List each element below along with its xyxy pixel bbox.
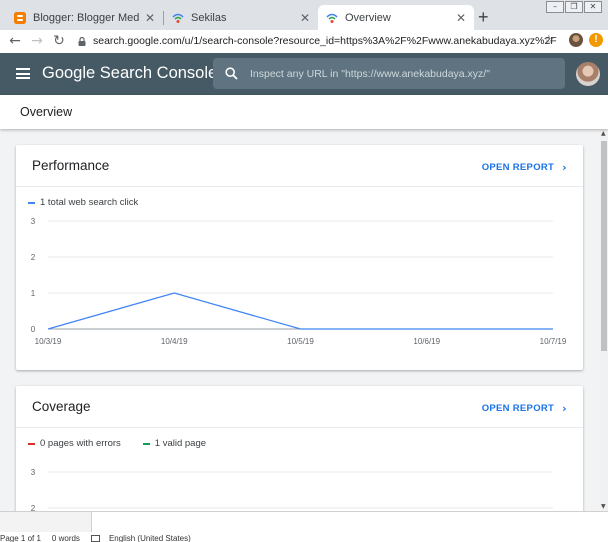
- page-title: Overview: [20, 105, 73, 119]
- open-report-label: OPEN REPORT: [481, 162, 555, 173]
- url-text: search.google.com/u/1/search-console?res…: [93, 35, 557, 47]
- x-tick-label: 10/5/19: [287, 337, 314, 346]
- window-close-icon[interactable]: ✕: [584, 1, 602, 13]
- page-header: Overview: [0, 95, 608, 129]
- new-tab-icon[interactable]: +: [478, 7, 489, 28]
- performance-open-report-button[interactable]: OPEN REPORT ›: [482, 161, 567, 174]
- open-report-label: OPEN REPORT: [481, 403, 555, 414]
- product-logo[interactable]: Google Search Console: [42, 64, 217, 83]
- close-icon[interactable]: ✕: [456, 11, 466, 25]
- y-tick-label: 0: [31, 325, 36, 334]
- chevron-right-icon: ›: [562, 161, 567, 174]
- lock-icon: [78, 36, 86, 46]
- gsc-header: Google Search Console: [0, 53, 608, 95]
- blogger-icon: [14, 11, 26, 24]
- y-tick-label: 3: [31, 468, 36, 477]
- restore-icon[interactable]: ❐: [565, 1, 583, 13]
- x-tick-label: 10/7/19: [540, 337, 567, 346]
- reload-icon[interactable]: ↻: [48, 33, 70, 49]
- browser-tab-strip: Blogger: Blogger Media - Semua ✕ Sekilas…: [0, 0, 608, 30]
- window-controls: – ❐ ✕: [546, 1, 602, 13]
- tab-blogger[interactable]: Blogger: Blogger Media - Semua ✕: [6, 5, 163, 30]
- url-inspection-input[interactable]: [250, 67, 565, 80]
- coverage-card: Coverage OPEN REPORT › 0 pages with erro…: [16, 386, 583, 511]
- close-icon[interactable]: ✕: [300, 11, 310, 25]
- status-bar: Page 1 of 1 0 words English (United Stat…: [0, 511, 608, 542]
- card-header: Performance OPEN REPORT ›: [16, 145, 583, 187]
- status-words: 0 words: [51, 534, 80, 542]
- performance-title: Performance: [32, 158, 110, 173]
- legend-swatch: [142, 442, 150, 445]
- tab-title: Overview: [345, 11, 391, 24]
- menu-icon[interactable]: [16, 68, 30, 79]
- y-tick-label: 2: [31, 504, 36, 511]
- coverage-chart: 23: [31, 468, 553, 511]
- x-tick-label: 10/3/19: [35, 337, 62, 346]
- tab-title: Blogger: Blogger Media - Semua: [33, 11, 139, 24]
- search-console-icon: [172, 13, 184, 23]
- card-header: Coverage OPEN REPORT ›: [16, 386, 583, 428]
- forward-icon[interactable]: →: [26, 33, 48, 49]
- status-page: Page 1 of 1: [0, 534, 41, 542]
- y-tick-label: 2: [31, 253, 36, 262]
- tab-overview[interactable]: Overview ✕: [318, 5, 474, 30]
- series-line: [47, 292, 553, 330]
- browser-toolbar: ← → ↻ search.google.com/u/1/search-conso…: [0, 30, 608, 52]
- profile-avatar[interactable]: [569, 33, 583, 47]
- coverage-title: Coverage: [32, 399, 91, 414]
- close-icon[interactable]: ✕: [145, 11, 155, 25]
- main-content: Performance OPEN REPORT › 1 total web se…: [0, 129, 600, 511]
- tab-title: Sekilas: [191, 11, 227, 24]
- y-tick-label: 1: [31, 289, 36, 298]
- alert-icon[interactable]: !: [589, 33, 603, 47]
- performance-chart: 0 1 2 3 10/3/19 10/4/19 10/5/19 10/6/19 10/7/19: [31, 217, 567, 346]
- performance-card: Performance OPEN REPORT › 1 total web se…: [16, 145, 583, 370]
- search-console-icon: [326, 13, 338, 23]
- back-icon[interactable]: ←: [4, 33, 26, 49]
- scroll-up-icon[interactable]: ▲: [601, 130, 606, 137]
- scroll-down-icon[interactable]: ▼: [601, 503, 606, 510]
- chevron-right-icon: ›: [562, 402, 567, 415]
- status-strip: [0, 512, 92, 532]
- tab-sekilas[interactable]: Sekilas ✕: [164, 5, 318, 30]
- coverage-open-report-button[interactable]: OPEN REPORT ›: [482, 402, 567, 415]
- minimize-icon[interactable]: –: [546, 1, 564, 13]
- account-avatar[interactable]: [576, 62, 600, 86]
- x-tick-label: 10/4/19: [161, 337, 188, 346]
- search-icon: [225, 67, 238, 80]
- proofing-icon[interactable]: [90, 535, 100, 542]
- legend-swatch: [28, 442, 35, 445]
- scrollbar-thumb[interactable]: [601, 141, 607, 351]
- address-bar[interactable]: search.google.com/u/1/search-console?res…: [78, 33, 557, 49]
- y-tick-label: 3: [31, 217, 36, 226]
- bookmark-star-icon[interactable]: ☆: [543, 33, 555, 48]
- x-tick-label: 10/6/19: [413, 337, 440, 346]
- status-items: Page 1 of 1 0 words English (United Stat…: [0, 534, 202, 542]
- url-inspection-search[interactable]: [213, 58, 565, 89]
- status-language[interactable]: English (United States): [109, 534, 191, 542]
- page-scrollbar[interactable]: ▲ ▼: [600, 129, 608, 511]
